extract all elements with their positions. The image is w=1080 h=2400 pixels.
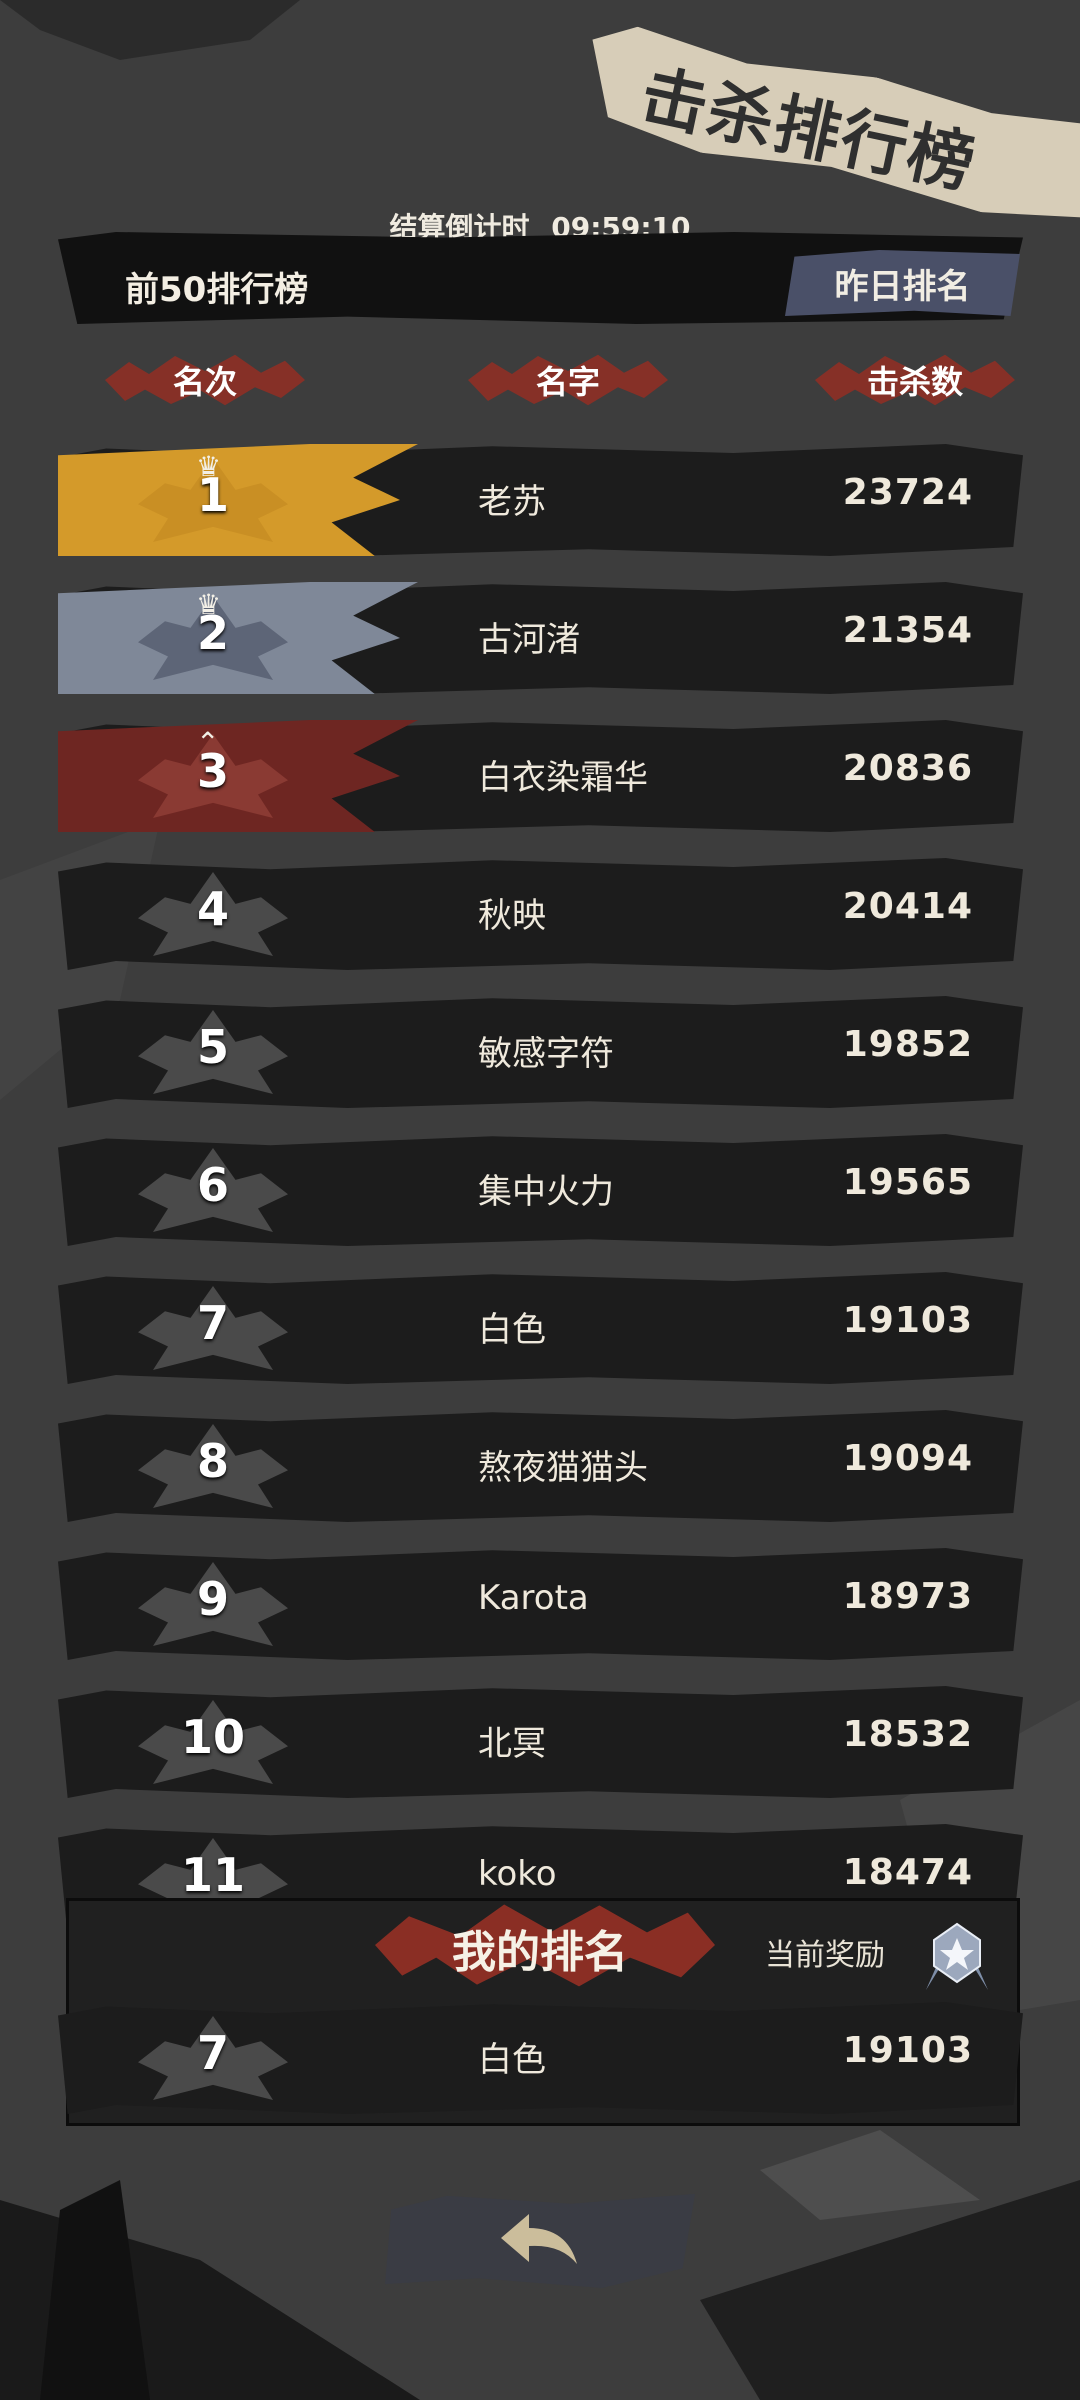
column-header-rank-label: 名次	[172, 363, 237, 401]
leaderboard-row: 9 Karota 18973	[58, 1548, 1023, 1660]
rank-number: 11	[180, 1848, 245, 1902]
column-header-name: 名字	[468, 350, 668, 410]
column-header-name-label: 名字	[535, 363, 600, 401]
kill-count: 21354	[842, 610, 973, 651]
rank-number: 9	[196, 1572, 229, 1626]
back-arrow-icon	[501, 2214, 577, 2264]
rank-number: 2	[196, 606, 229, 660]
rank-number: 8	[196, 1434, 229, 1488]
kill-count: 19852	[842, 1024, 973, 1065]
rank-number: 1	[196, 468, 229, 522]
kill-count: 23724	[842, 472, 973, 513]
my-ranking-row: 7 白色 19103	[58, 2002, 1023, 2114]
yesterday-ranking-button[interactable]: 昨日排名	[785, 250, 1020, 316]
kill-count: 18474	[842, 1852, 973, 1893]
player-name: 北冥	[478, 1724, 546, 1764]
leaderboard-row: 6 集中火力 19565	[58, 1134, 1023, 1246]
kill-count: 19103	[842, 1300, 973, 1341]
kill-count: 19094	[842, 1438, 973, 1479]
column-header-rank: 名次	[105, 350, 305, 410]
rank-number: 5	[196, 1020, 229, 1074]
leaderboard-row: ♛ 1 老苏 23724	[58, 444, 1023, 556]
leaderboard-row: 5 敏感字符 19852	[58, 996, 1023, 1108]
player-name: 集中火力	[478, 1172, 614, 1212]
leaderboard-row: ⌃ 3 白衣染霜华 20836	[58, 720, 1023, 832]
rank-number: 6	[196, 1158, 229, 1212]
column-header-kills-label: 击杀数	[866, 363, 963, 401]
leaderboard-row: 7 白色 19103	[58, 1272, 1023, 1384]
player-name: 敏感字符	[478, 1034, 614, 1074]
rank-number: 3	[196, 744, 229, 798]
kill-count: 18973	[842, 1576, 973, 1617]
player-name: 熬夜猫猫头	[478, 1448, 648, 1488]
top50-label: 前50排行榜	[125, 270, 309, 310]
my-rank-number: 7	[196, 2026, 229, 2080]
my-player-name: 白色	[478, 2040, 546, 2080]
kill-count: 20836	[842, 748, 973, 789]
my-kill-count: 19103	[842, 2030, 973, 2071]
player-name: 白色	[478, 1310, 546, 1350]
kill-count: 18532	[842, 1714, 973, 1755]
player-name: 白衣染霜华	[478, 758, 648, 798]
leaderboard-row: ♛ 2 古河渚 21354	[58, 582, 1023, 694]
page-title: 击杀排行榜	[634, 56, 983, 203]
current-reward-label: 当前奖励	[765, 1938, 885, 1973]
player-name: koko	[478, 1854, 557, 1894]
rank-number: 7	[196, 1296, 229, 1350]
rank-number: 10	[180, 1710, 245, 1764]
player-name: 古河渚	[478, 620, 580, 660]
player-name: 秋映	[478, 896, 546, 936]
column-header-kills: 击杀数	[815, 350, 1015, 410]
leaderboard-row: 10 北冥 18532	[58, 1686, 1023, 1798]
leaderboard-row: 4 秋映 20414	[58, 858, 1023, 970]
rank-number: 4	[196, 882, 229, 936]
back-button[interactable]	[385, 2193, 695, 2288]
kill-count: 20414	[842, 886, 973, 927]
kill-count: 19565	[842, 1162, 973, 1203]
leaderboard-row: 8 熬夜猫猫头 19094	[58, 1410, 1023, 1522]
player-name: 老苏	[478, 482, 546, 522]
silver-medal-icon[interactable]	[918, 1920, 996, 1992]
player-name: Karota	[478, 1578, 589, 1618]
